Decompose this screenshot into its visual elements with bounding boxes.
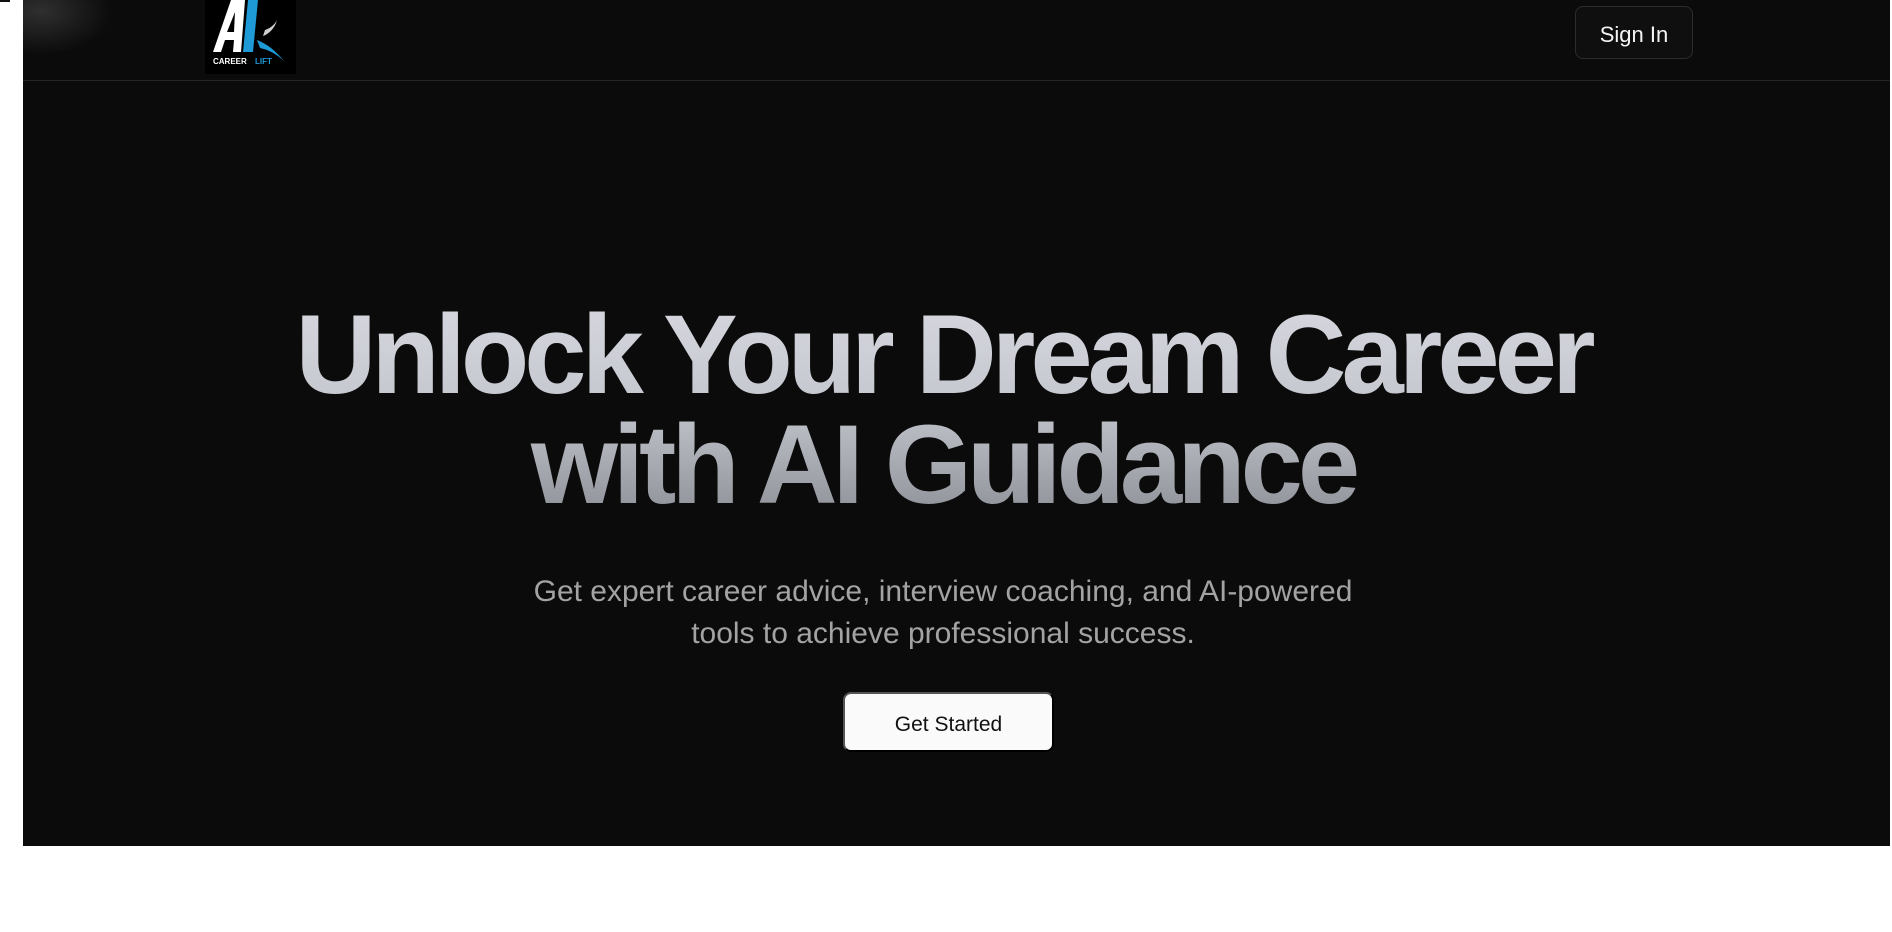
logo-word-lift: LIFT xyxy=(255,57,272,66)
sign-in-button[interactable]: Sign In xyxy=(1575,6,1693,59)
ai-logo-icon: CAREER LIFT xyxy=(205,0,296,74)
logo-word-career: CAREER xyxy=(213,57,247,66)
hero-subtitle-line-2: tools to achieve professional success. xyxy=(691,617,1195,650)
get-started-button[interactable]: Get Started xyxy=(843,692,1054,752)
hero-subtitle: Get expert career advice, interview coac… xyxy=(23,571,1863,655)
edge-mark xyxy=(0,0,10,2)
brand-logo[interactable]: CAREER LIFT xyxy=(205,0,296,74)
hero-subtitle-line-1: Get expert career advice, interview coac… xyxy=(533,575,1353,608)
hero-title-line-2: with AI Guidance xyxy=(530,402,1356,527)
app-frame: CAREER LIFT Sign In Unlock Your Dream Ca… xyxy=(23,0,1890,846)
top-navbar: CAREER LIFT Sign In xyxy=(23,0,1890,81)
hero-title: Unlock Your Dream Career with AI Guidanc… xyxy=(23,300,1863,520)
hero-title-line-1: Unlock Your Dream Career xyxy=(295,292,1591,417)
